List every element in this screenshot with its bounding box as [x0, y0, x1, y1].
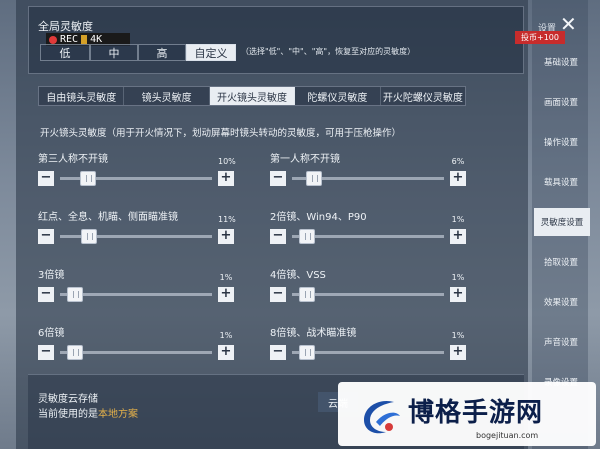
slider-third-person-no-scope: 第三人称不开镜 10% − +	[38, 150, 236, 190]
slider-scope-8x: 8倍镜、战术瞄准镜 1% − +	[270, 324, 466, 364]
slider-thumb[interactable]	[67, 287, 84, 302]
slider-first-person-no-scope: 第一人称不开镜 6% − +	[270, 150, 466, 190]
slider-thumb[interactable]	[306, 171, 323, 186]
tab-fire-gyroscope[interactable]: 开火陀螺仪灵敏度	[381, 87, 465, 105]
sidebar-item-pickup[interactable]: 拾取设置	[536, 248, 586, 276]
slider-value: 6%	[451, 157, 465, 166]
slider-value: 1%	[451, 215, 465, 224]
tab-fire-camera[interactable]: 开火镜头灵敏度	[209, 87, 296, 105]
sidebar-item-basic[interactable]: 基础设置	[536, 48, 586, 76]
increase-button[interactable]: +	[450, 229, 466, 244]
preset-low-button[interactable]: 低	[40, 44, 90, 61]
tab-gyroscope[interactable]: 陀螺仪灵敏度	[295, 87, 381, 105]
resolution-marker-icon	[81, 35, 88, 44]
slider-value: 1%	[451, 331, 465, 340]
section-description: 开火镜头灵敏度（用于开火情况下，划动屏幕时镜头转动的灵敏度，可用于压枪操作）	[40, 128, 402, 139]
slider-value: 11%	[218, 215, 236, 224]
sidebar-item-controls[interactable]: 操作设置	[536, 128, 586, 156]
watermark-url: bogejituan.com	[476, 431, 539, 440]
cloud-current-prefix: 当前使用的是	[38, 409, 98, 420]
cloud-storage-title: 灵敏度云存储	[38, 394, 98, 405]
slider-scope-3x: 3倍镜 1% − +	[38, 266, 234, 306]
record-dot-icon	[49, 35, 57, 44]
slider-label: 红点、全息、机瞄、侧面瞄准镜	[38, 212, 178, 223]
decrease-button[interactable]: −	[38, 229, 54, 244]
global-sensitivity-title: 全局灵敏度	[38, 20, 93, 33]
decrease-button[interactable]: −	[38, 345, 54, 360]
slider-scope-4x: 4倍镜、VSS 1% − +	[270, 266, 466, 306]
slider-thumb[interactable]	[299, 287, 316, 302]
slider-thumb[interactable]	[67, 345, 84, 360]
slider-label: 8倍镜、战术瞄准镜	[270, 328, 357, 339]
preset-medium-button[interactable]: 中	[90, 44, 138, 61]
preset-high-button[interactable]: 高	[138, 44, 186, 61]
increase-button[interactable]: +	[218, 229, 234, 244]
increase-button[interactable]: +	[450, 287, 466, 302]
cloud-current-value: 本地方案	[98, 409, 138, 420]
slider-thumb[interactable]	[299, 229, 316, 244]
increase-button[interactable]: +	[450, 171, 466, 186]
preset-button-group: 低 中 高 自定义	[40, 44, 236, 61]
sidebar-item-sensitivity[interactable]: 灵敏度设置	[534, 208, 590, 236]
slider-value: 10%	[218, 157, 236, 166]
slider-label: 4倍镜、VSS	[270, 270, 326, 281]
tab-camera[interactable]: 镜头灵敏度	[124, 87, 210, 105]
decrease-button[interactable]: −	[270, 229, 286, 244]
slider-label: 第一人称不开镜	[270, 154, 340, 165]
sidebar-item-audio[interactable]: 声音设置	[536, 328, 586, 356]
slider-red-dot-holo-iron: 红点、全息、机瞄、侧面瞄准镜 11% − +	[38, 208, 236, 248]
increase-button[interactable]: +	[218, 287, 234, 302]
decrease-button[interactable]: −	[38, 287, 54, 302]
preset-hint: （选择"低"、"中"、"高"，恢复至对应的灵敏度）	[241, 47, 416, 56]
decrease-button[interactable]: −	[270, 287, 286, 302]
preset-custom-button[interactable]: 自定义	[186, 44, 236, 61]
site-logo-icon	[364, 400, 400, 434]
increase-button[interactable]: +	[218, 345, 234, 360]
slider-thumb[interactable]	[299, 345, 316, 360]
cloud-current-scheme: 当前使用的是本地方案	[38, 405, 138, 420]
tab-free-camera[interactable]: 自由镜头灵敏度	[39, 87, 125, 105]
decrease-button[interactable]: −	[270, 345, 286, 360]
slider-value: 1%	[219, 273, 233, 282]
slider-scope-6x: 6倍镜 1% − +	[38, 324, 234, 364]
slider-thumb[interactable]	[80, 229, 97, 244]
sidebar-item-effects[interactable]: 效果设置	[536, 288, 586, 316]
increase-button[interactable]: +	[218, 171, 234, 186]
slider-label: 2倍镜、Win94、P90	[270, 212, 367, 223]
slider-value: 1%	[219, 331, 233, 340]
decrease-button[interactable]: −	[38, 171, 54, 186]
slider-thumb[interactable]	[79, 171, 96, 186]
sidebar-item-graphics[interactable]: 画面设置	[536, 88, 586, 116]
increase-button[interactable]: +	[450, 345, 466, 360]
sidebar-item-vehicle[interactable]: 载具设置	[536, 168, 586, 196]
slider-label: 6倍镜	[38, 328, 65, 339]
slider-scope-2x: 2倍镜、Win94、P90 1% − +	[270, 208, 466, 248]
decrease-button[interactable]: −	[270, 171, 286, 186]
slider-value: 1%	[451, 273, 465, 282]
sensitivity-subtabs: 自由镜头灵敏度 镜头灵敏度 开火镜头灵敏度 陀螺仪灵敏度 开火陀螺仪灵敏度	[38, 86, 466, 106]
slider-label: 3倍镜	[38, 270, 65, 281]
slider-label: 第三人称不开镜	[38, 154, 108, 165]
watermark-name: 博格手游网	[408, 398, 544, 428]
coin-badge: 投币+100	[515, 31, 565, 44]
